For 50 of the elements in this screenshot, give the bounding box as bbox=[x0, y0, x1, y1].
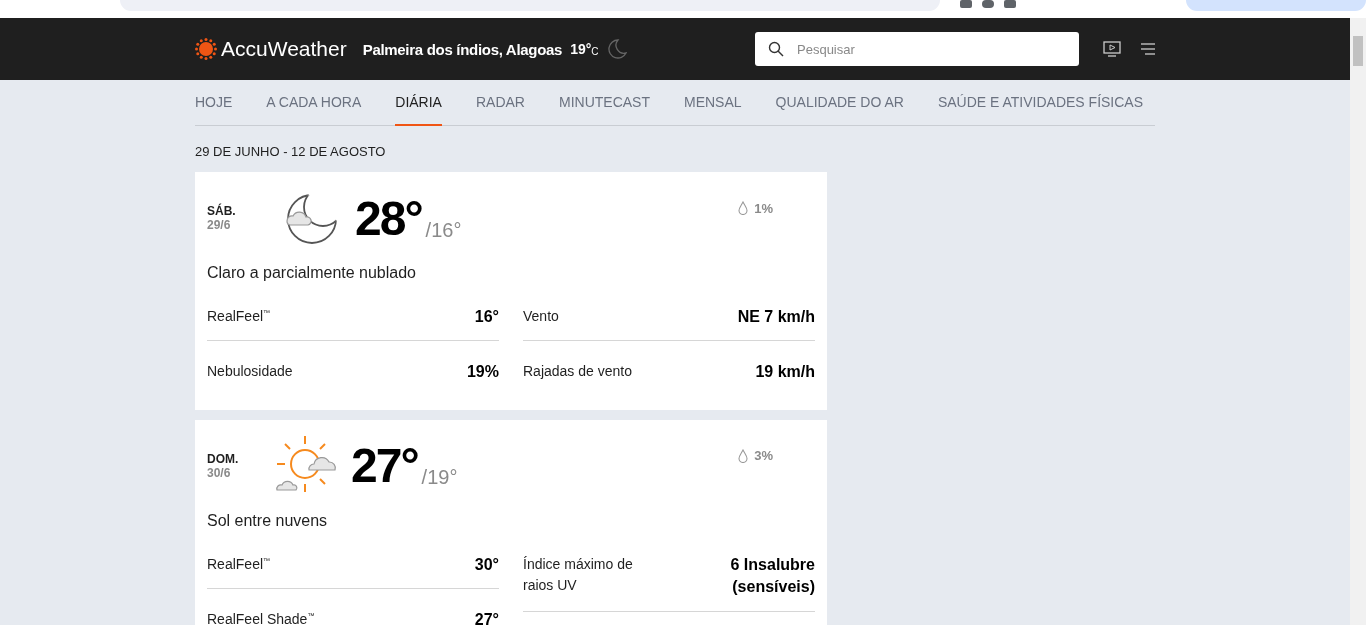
detail-label: RealFeel Shade$^{™}$ bbox=[207, 610, 315, 625]
search-field[interactable]: Pesquisar bbox=[755, 32, 1079, 66]
detail-label: RealFeel$^{™}$ bbox=[207, 554, 271, 574]
logo-text[interactable]: AccuWeather bbox=[221, 37, 347, 61]
temperature-unit: C bbox=[591, 46, 599, 57]
precipitation-chance: 3% bbox=[754, 448, 773, 464]
detail-value: 6 Insalubre (sensíveis) bbox=[729, 554, 815, 598]
day-card[interactable]: DOM. 30/6 27°/19° 3% Sol entre nuvens RealFeel$^{™}$ 30° RealFeel Shade$^{™}$ 27° Índice máximo de raios UV 6 Insalubre (sensíveis) bbox=[195, 419, 827, 625]
raindrop-icon bbox=[738, 448, 749, 463]
video-icon[interactable] bbox=[1103, 41, 1121, 57]
nav-tab[interactable]: QUALIDADE DO AR bbox=[775, 80, 904, 126]
nav-tab[interactable]: A CADA HORA bbox=[266, 80, 362, 126]
day-name: SÁB. bbox=[207, 204, 237, 218]
moon-icon bbox=[606, 39, 627, 59]
detail-value: NE 7 km/h bbox=[737, 307, 815, 327]
nav-tab[interactable]: SAÚDE E ATIVIDADES FÍSICAS bbox=[937, 80, 1144, 126]
location-name[interactable]: Palmeira dos índios, Alagoas bbox=[362, 40, 563, 58]
menu-icon[interactable] bbox=[1141, 43, 1155, 55]
low-temperature: /19° bbox=[421, 466, 458, 490]
detail-value: 19 km/h bbox=[755, 362, 815, 383]
detail-value: 19% bbox=[466, 362, 499, 383]
sun-logo-icon bbox=[195, 38, 217, 60]
weather-phrase: Claro a parcialmente nublado bbox=[207, 264, 417, 282]
scrollbar[interactable] bbox=[1350, 18, 1366, 625]
detail-label: Vento bbox=[523, 307, 559, 326]
day-card[interactable]: SÁB. 29/6 28°/16° 1% Claro a parcialmente nublado RealFeel$^{™}$ 16° Nebulosidade 19% Vento NE 7 km/h Rajadas de vento 19 km/h bbox=[195, 172, 827, 410]
raindrop-icon bbox=[738, 201, 749, 215]
current-temperature: 19° bbox=[570, 41, 592, 57]
detail-value: 16° bbox=[474, 307, 499, 327]
precipitation-chance: 1% bbox=[754, 200, 773, 216]
nav-tab[interactable]: RADAR bbox=[475, 80, 525, 126]
day-date: 29/6 bbox=[207, 218, 232, 232]
high-temperature: 28° bbox=[355, 190, 422, 246]
detail-label: Índice máximo de raios UV bbox=[523, 554, 634, 595]
high-temperature: 27° bbox=[351, 438, 418, 494]
detail-label: Rajadas de vento bbox=[523, 362, 632, 382]
nav-tab[interactable]: DIÁRIA bbox=[395, 80, 442, 126]
detail-value: 27° bbox=[474, 610, 499, 625]
nav-tab[interactable]: HOJE bbox=[195, 80, 233, 126]
weather-phrase: Sol entre nuvens bbox=[207, 511, 329, 530]
detail-label: Nebulosidade bbox=[207, 362, 293, 382]
nav-tab[interactable]: MINUTECAST bbox=[558, 80, 650, 126]
date-range: 29 DE JUNHO - 12 DE AGOSTO bbox=[195, 144, 387, 159]
nav-tab[interactable]: MENSAL bbox=[683, 80, 742, 126]
detail-value: 30° bbox=[474, 554, 499, 575]
detail-label: RealFeel$^{™}$ bbox=[207, 307, 271, 326]
search-icon bbox=[768, 41, 784, 57]
day-date: 30/6 bbox=[207, 465, 232, 480]
day-name: DOM. bbox=[207, 451, 240, 466]
low-temperature: /16° bbox=[425, 218, 462, 242]
